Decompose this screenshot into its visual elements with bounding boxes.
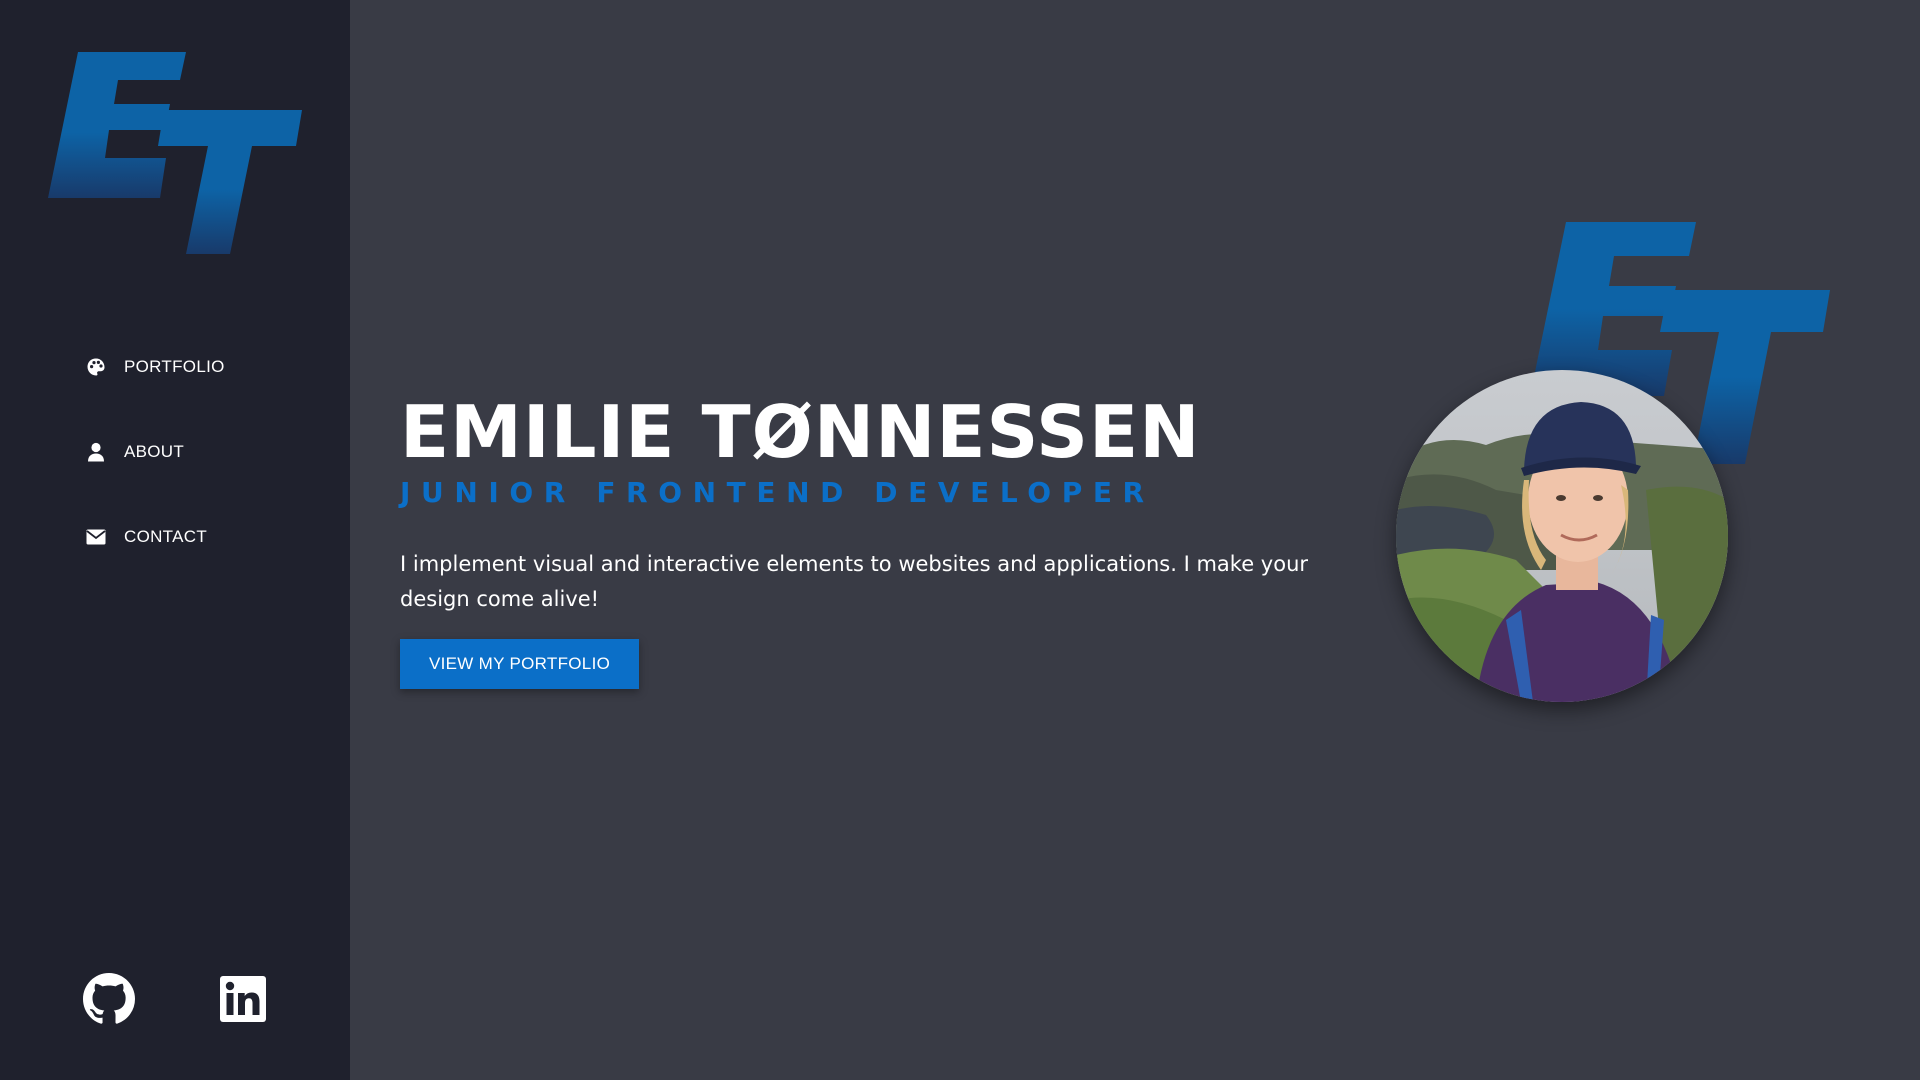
view-portfolio-button[interactable]: VIEW MY PORTFOLIO xyxy=(400,639,640,689)
hero-role: JUNIOR FRONTEND DEVELOPER xyxy=(400,476,1155,509)
github-icon xyxy=(83,973,135,1024)
nav-label-portfolio: PORTFOLIO xyxy=(124,357,225,376)
nav-label-about: ABOUT xyxy=(124,442,185,461)
user-icon xyxy=(86,442,106,462)
hero-name: EMILIE TØNNESSEN xyxy=(400,390,1201,474)
hero-description: I implement visual and interactive eleme… xyxy=(400,552,1309,611)
et-logo[interactable] xyxy=(48,48,302,258)
sidebar: PORTFOLIO ABOUT CONTACT xyxy=(0,0,350,1080)
linkedin-icon xyxy=(220,976,266,1022)
hero-section: EMILIE TØNNESSEN JUNIOR FRONTEND DEVELOP… xyxy=(400,392,1350,689)
nav-item-about[interactable]: ABOUT xyxy=(86,437,225,467)
main-nav: PORTFOLIO ABOUT CONTACT xyxy=(86,352,225,607)
palette-icon xyxy=(86,357,106,377)
github-link[interactable] xyxy=(82,972,136,1026)
nav-item-contact[interactable]: CONTACT xyxy=(86,522,225,552)
profile-photo xyxy=(1396,370,1728,702)
nav-item-portfolio[interactable]: PORTFOLIO xyxy=(86,352,225,382)
nav-label-contact: CONTACT xyxy=(124,527,207,546)
linkedin-link[interactable] xyxy=(216,972,270,1026)
social-links xyxy=(82,972,270,1026)
envelope-icon xyxy=(86,527,106,547)
